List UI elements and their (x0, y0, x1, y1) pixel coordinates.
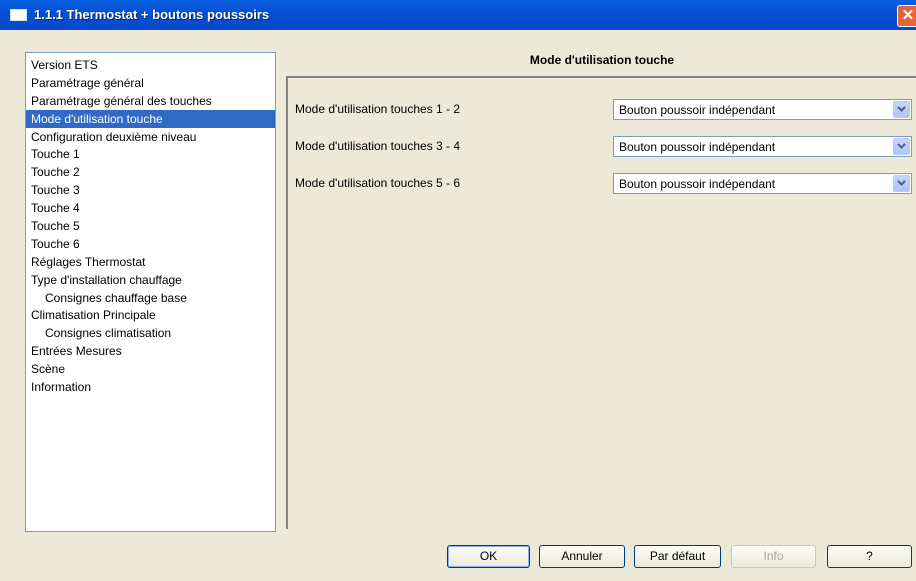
close-button[interactable]: ✕ (897, 5, 916, 27)
dropdown-button[interactable] (893, 138, 910, 155)
tree-item-touche-2[interactable]: Touche 2 (26, 163, 275, 181)
dropdown-button[interactable] (893, 175, 910, 192)
tree-item-configuration-deuxieme-niveau[interactable]: Configuration deuxième niveau (26, 128, 275, 146)
tree-item-mode-utilisation[interactable]: Mode d'utilisation touche (26, 109, 275, 128)
mode-touches-3-4-select[interactable]: Bouton poussoir indépendant (613, 136, 912, 157)
tree-item-information[interactable]: Information (26, 378, 275, 396)
cancel-button[interactable]: Annuler (539, 545, 625, 568)
chevron-down-icon (897, 143, 906, 149)
tree-item-consignes-chauffage-base[interactable]: Consignes chauffage base (26, 289, 275, 307)
tree-item-climatisation-principale[interactable]: Climatisation Principale (26, 306, 275, 324)
tree-item-scene[interactable]: Scène (26, 360, 275, 378)
parameter-tree[interactable]: Version ETS Paramétrage général Paramétr… (25, 52, 276, 532)
info-button: Info (731, 545, 816, 568)
tree-item-consignes-climatisation[interactable]: Consignes climatisation (26, 324, 275, 342)
default-button[interactable]: Par défaut (634, 545, 721, 568)
help-button[interactable]: ? (827, 545, 912, 568)
title-bar[interactable]: 1.1.1 Thermostat + boutons poussoirs ✕ (0, 0, 916, 30)
tree-item-touche-3[interactable]: Touche 3 (26, 181, 275, 199)
row-label-touches-1-2: Mode d'utilisation touches 1 - 2 (295, 102, 461, 116)
ok-button[interactable]: OK (447, 545, 530, 568)
tree-item-parametrage-general[interactable]: Paramétrage général (26, 74, 275, 92)
tree-item-version-ets[interactable]: Version ETS (26, 56, 275, 74)
chevron-down-icon (897, 106, 906, 112)
tree-item-touche-5[interactable]: Touche 5 (26, 217, 275, 235)
select-value: Bouton poussoir indépendant (619, 103, 776, 117)
tree-item-touche-6[interactable]: Touche 6 (26, 235, 275, 253)
tree-item-touche-4[interactable]: Touche 4 (26, 199, 275, 217)
close-icon: ✕ (901, 7, 915, 24)
mode-touches-1-2-select[interactable]: Bouton poussoir indépendant (613, 99, 912, 120)
tree-item-reglages-thermostat[interactable]: Réglages Thermostat (26, 253, 275, 271)
tree-item-entrees-mesures[interactable]: Entrées Mesures (26, 342, 275, 360)
select-value: Bouton poussoir indépendant (619, 177, 776, 191)
tree-item-parametrage-touches[interactable]: Paramétrage général des touches (26, 92, 275, 110)
window-title: 1.1.1 Thermostat + boutons poussoirs (34, 7, 270, 22)
row-label-touches-3-4: Mode d'utilisation touches 3 - 4 (295, 139, 461, 153)
panel-title: Mode d'utilisation touche (529, 53, 675, 67)
tree-item-type-installation-chauffage[interactable]: Type d'installation chauffage (26, 271, 275, 289)
chevron-down-icon (897, 180, 906, 186)
tree-item-touche-1[interactable]: Touche 1 (26, 145, 275, 163)
dropdown-button[interactable] (893, 101, 910, 118)
mode-touches-5-6-select[interactable]: Bouton poussoir indépendant (613, 173, 912, 194)
window-icon (10, 9, 27, 21)
select-value: Bouton poussoir indépendant (619, 140, 776, 154)
row-label-touches-5-6: Mode d'utilisation touches 5 - 6 (295, 176, 461, 190)
